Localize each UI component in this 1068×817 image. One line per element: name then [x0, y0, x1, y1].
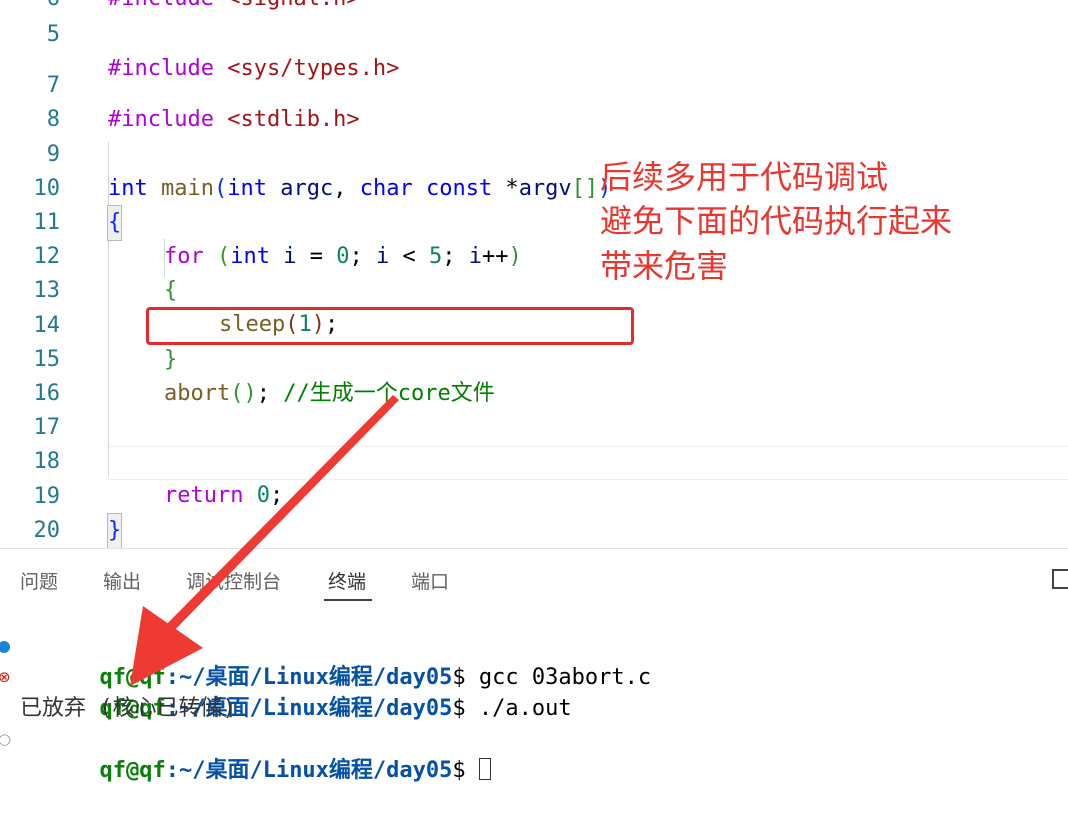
prompt-user: qf@qf: [99, 758, 166, 783]
code-line-6[interactable]: 6 #include <signal.h>: [0, 0, 1068, 16]
terminal-command: ./a.out: [465, 696, 572, 721]
tab-output[interactable]: 输出: [103, 567, 141, 594]
panel-tabs: 问题 输出 调试控制台 终端 端口: [0, 549, 1068, 605]
error-icon[interactable]: ⊗: [0, 662, 11, 693]
tab-ports[interactable]: 端口: [411, 567, 449, 594]
terminal-line: ⊗ qf@qf:~/桌面/Linux编程/day05$ ./a.out: [0, 662, 572, 721]
code-editor[interactable]: 5 #include <sys/types.h> 6 #include <sig…: [0, 0, 1068, 548]
terminal-command: [466, 758, 479, 783]
split-panel-icon[interactable]: [1052, 569, 1068, 589]
code-text[interactable]: }: [106, 513, 123, 548]
annotation-line-2: 避免下面的代码执行起来: [600, 202, 953, 240]
terminal-output: 已放弃 (核心已转储): [20, 696, 236, 721]
bottom-panel: 问题 输出 调试控制台 终端 端口 qf@qf:~/桌面/Linux编程/day…: [0, 548, 1068, 783]
code-text[interactable]: #include <signal.h>: [108, 0, 360, 16]
highlight-box: [146, 307, 634, 345]
line-number: 20: [33, 518, 61, 543]
prompt-path: :~/桌面/Linux编程/day05: [165, 758, 453, 783]
prompt-symbol: $: [452, 696, 466, 721]
success-dot-icon[interactable]: [0, 641, 10, 653]
code-line-7[interactable]: 7 #include <stdlib.h>: [0, 35, 1068, 132]
code-line-13[interactable]: 13 sleep(1);: [0, 240, 1068, 337]
prompt-symbol: $: [452, 758, 466, 783]
code-line-18[interactable]: 18 return 0;: [0, 411, 1068, 508]
code-line-10[interactable]: 10 {: [0, 138, 1068, 241]
annotation-line-1: 后续多用于代码调试: [600, 158, 889, 196]
tab-debug-console[interactable]: 调试控制台: [186, 567, 281, 594]
code-line-14[interactable]: 14 }: [0, 275, 1068, 372]
active-tab-indicator: [324, 599, 372, 601]
code-line-20[interactable]: 20: [0, 480, 1068, 543]
code-line-19[interactable]: 19 }: [0, 446, 1068, 548]
code-line-16[interactable]: 16: [0, 343, 1068, 406]
terminal-line: qf@qf:~/桌面/Linux编程/day05$ gcc 03abort.c: [0, 631, 651, 690]
line-number: 6: [0, 0, 60, 16]
terminal-cursor: [478, 758, 491, 780]
tab-problems[interactable]: 问题: [20, 567, 58, 594]
annotation-line-3: 带来危害: [600, 247, 729, 285]
tab-terminal[interactable]: 终端: [328, 567, 366, 594]
code-line-17[interactable]: 17: [0, 377, 1068, 440]
code-line-8[interactable]: 8: [0, 69, 1068, 132]
code-line-9[interactable]: 9 int main(int argc, char const *argv[]): [0, 104, 1068, 201]
